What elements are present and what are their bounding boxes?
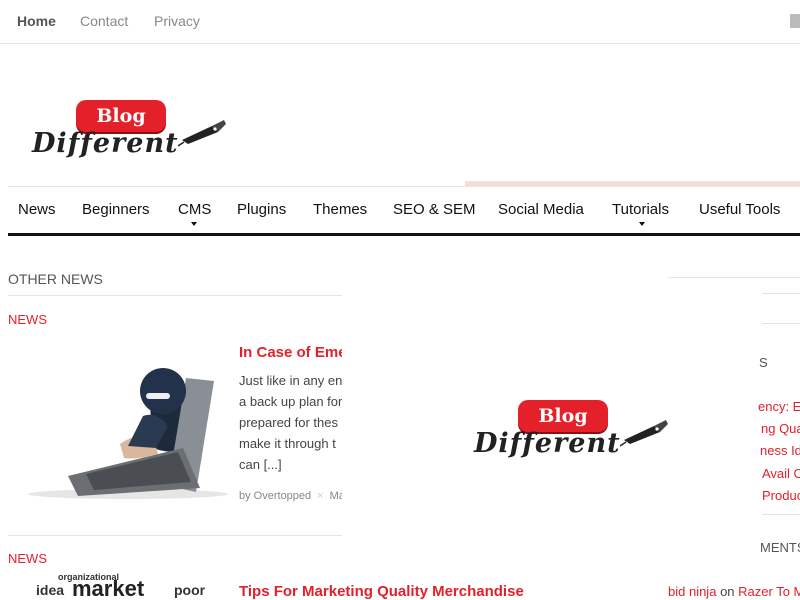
nav-useful-tools[interactable]: Useful Tools [699,201,780,218]
nav-themes[interactable]: Themes [313,201,367,218]
post-author-link[interactable]: by Overtopped [239,490,311,502]
logo-script-text: Different [32,128,179,159]
nav-plugins[interactable]: Plugins [237,201,286,218]
topnav-contact-link[interactable]: Contact [80,13,128,29]
main-navigation: News Beginners CMS Plugins Themes SEO & … [8,186,800,236]
topnav-privacy-link[interactable]: Privacy [154,13,200,29]
wordcloud-word: idea [36,582,65,598]
sidebar-divider [668,277,800,278]
nav-news[interactable]: News [18,201,56,218]
nav-tutorials[interactable]: Tutorials [612,201,669,218]
recent-comment: bid ninja on Razer To M [668,584,800,599]
tutorials-dropdown-caret-icon [639,222,645,226]
post-category-link[interactable]: NEWS [8,312,47,327]
sidebar-divider [762,514,800,515]
overlay-logo: Blog Different [470,396,670,486]
excerpt-line: make it through t [239,436,336,451]
wordcloud-word: market [72,576,145,600]
hacker-laptop-image [28,368,228,499]
post-divider [8,535,342,536]
post-excerpt: Just like in any en a back up plan for p… [239,370,349,475]
nav-beginners[interactable]: Beginners [82,201,150,218]
comment-author-link[interactable]: bid ninja [668,584,716,599]
post-meta: by Overtopped × Ma [239,490,345,502]
nav-social-media[interactable]: Social Media [498,201,584,218]
excerpt-line: a back up plan for [239,394,343,409]
section-divider [8,295,342,296]
meta-separator-icon: × [317,490,324,502]
excerpt-line: Just like in any en [239,373,343,388]
overlay-logo-script: Different [474,428,621,459]
sidebar-divider [762,293,800,294]
topnav-home-link[interactable]: Home [17,13,56,29]
nav-cms[interactable]: CMS [178,201,211,218]
cms-dropdown-caret-icon [191,222,197,226]
post-category-link[interactable]: NEWS [8,551,47,566]
sidebar-link[interactable]: ng Qua [761,421,800,436]
sidebar-link[interactable]: ency: E [758,399,800,414]
site-logo[interactable]: Blog Different [28,96,228,186]
sidebar-link[interactable]: Produc [762,488,800,503]
wordcloud-word: poor [174,582,206,598]
sidebar-divider [762,323,800,324]
post-title-link[interactable]: Tips For Marketing Quality Merchandise [239,583,524,600]
sidebar-comments-heading: MENTS [760,540,800,555]
excerpt-line: can [...] [239,457,282,472]
sidebar-link[interactable]: ness Id [760,443,800,458]
top-navigation: Home Contact Privacy [0,0,800,44]
post-title-link[interactable]: In Case of Eme [239,344,347,361]
comment-on-text: on [720,584,735,599]
comment-post-link[interactable]: Razer To M [738,584,800,599]
sidebar-link[interactable]: Avail O [762,466,800,481]
post-thumbnail[interactable] [8,336,228,501]
nav-seo-sem[interactable]: SEO & SEM [393,201,476,218]
fountain-pen-icon [178,120,226,147]
excerpt-line: prepared for thes [239,415,339,430]
wordcloud-thumbnail[interactable]: organizational idea market poor [8,572,223,600]
rss-icon[interactable] [790,14,800,28]
loading-overlay: Blog Different [342,270,668,580]
section-title: OTHER NEWS [8,271,103,287]
sidebar-heading: S [759,355,768,370]
fountain-pen-icon [620,420,668,447]
